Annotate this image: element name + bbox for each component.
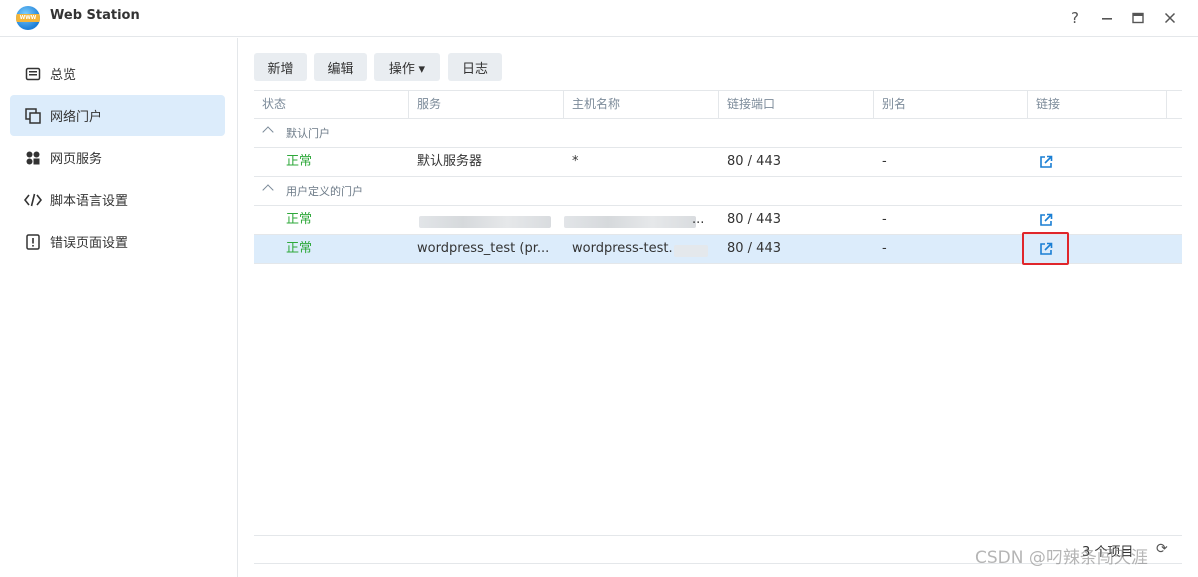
open-link-icon[interactable] <box>1039 213 1053 227</box>
code-icon <box>24 191 42 209</box>
port-cell: 80 / 443 <box>727 212 781 227</box>
collapse-caret-icon <box>262 184 274 196</box>
refresh-icon[interactable]: ⟳ <box>1156 541 1168 557</box>
web-portal-icon <box>24 107 42 125</box>
group-label: 默认门户 <box>286 127 330 140</box>
column-header-status[interactable]: 状态 <box>254 91 409 118</box>
sidebar-item-label: 脚本语言设置 <box>50 194 129 209</box>
table-row[interactable]: 正常 默认服务器 * 80 / 443 - <box>254 148 1182 177</box>
group-header-default[interactable]: 默认门户 <box>254 119 1182 148</box>
action-dropdown-button[interactable]: 操作 ▾ <box>374 53 440 81</box>
sidebar: 总览 网络门户 网页服务 脚本语言设置 错误页面设置 <box>0 38 238 577</box>
redacted-hostname-suffix <box>674 245 708 257</box>
service-cell: 默认服务器 <box>417 154 483 169</box>
collapse-caret-icon <box>262 126 274 138</box>
minimize-button[interactable] <box>1095 6 1119 30</box>
minimize-icon <box>1102 18 1112 20</box>
hostname-cell: * <box>572 154 579 169</box>
sidebar-item-label: 错误页面设置 <box>50 236 129 251</box>
group-label: 用户定义的门户 <box>286 185 363 198</box>
log-button[interactable]: 日志 <box>448 53 502 81</box>
alias-cell: - <box>882 241 887 256</box>
create-button[interactable]: 新增 <box>254 53 307 81</box>
table-row[interactable]: 正常 ... 80 / 443 - <box>254 206 1182 235</box>
column-header-link[interactable]: 链接 <box>1028 91 1167 118</box>
sidebar-item-error-page[interactable]: 错误页面设置 <box>10 221 225 262</box>
edit-button[interactable]: 编辑 <box>314 53 367 81</box>
footer-divider <box>254 535 1182 536</box>
table-header: 状态 服务 主机名称 链接端口 别名 链接 <box>254 90 1182 119</box>
app-title: Web Station <box>50 8 140 23</box>
alias-cell: - <box>882 212 887 227</box>
open-link-icon[interactable] <box>1039 155 1053 169</box>
highlight-box <box>1022 232 1069 265</box>
hostname-ellipsis: ... <box>692 212 705 227</box>
redacted-service <box>419 216 551 228</box>
sidebar-item-label: 网络门户 <box>50 110 103 125</box>
maximize-button[interactable] <box>1126 6 1150 30</box>
help-button[interactable]: ? <box>1063 6 1087 30</box>
www-globe-icon: WWW <box>16 6 40 30</box>
sidebar-item-script-language[interactable]: 脚本语言设置 <box>10 179 225 220</box>
status-cell: 正常 <box>286 212 313 227</box>
close-button[interactable] <box>1158 6 1182 30</box>
service-cell: wordpress_test (pr... <box>417 241 550 256</box>
column-header-port[interactable]: 链接端口 <box>719 91 874 118</box>
sidebar-item-web-portal[interactable]: 网络门户 <box>10 95 225 136</box>
column-header-service[interactable]: 服务 <box>409 91 564 118</box>
error-page-icon <box>24 233 42 251</box>
maximize-icon <box>1132 12 1144 24</box>
close-icon <box>1164 12 1176 24</box>
redacted-hostname <box>564 216 696 228</box>
sidebar-item-label: 总览 <box>50 68 77 83</box>
web-service-icon <box>24 149 42 167</box>
hostname-cell: wordpress-test. <box>572 241 673 256</box>
sidebar-item-label: 网页服务 <box>50 152 103 167</box>
status-cell: 正常 <box>286 241 313 256</box>
sidebar-item-web-service[interactable]: 网页服务 <box>10 137 225 178</box>
title-bar: WWW Web Station ? <box>0 0 1198 37</box>
watermark-text: CSDN @叼辣条闯天涯 <box>975 548 1148 568</box>
status-cell: 正常 <box>286 154 313 169</box>
column-header-hostname[interactable]: 主机名称 <box>564 91 719 118</box>
overview-icon <box>24 65 42 83</box>
group-header-user-defined[interactable]: 用户定义的门户 <box>254 177 1182 206</box>
column-header-alias[interactable]: 别名 <box>874 91 1028 118</box>
sidebar-item-overview[interactable]: 总览 <box>10 53 225 94</box>
port-cell: 80 / 443 <box>727 154 781 169</box>
alias-cell: - <box>882 154 887 169</box>
port-cell: 80 / 443 <box>727 241 781 256</box>
